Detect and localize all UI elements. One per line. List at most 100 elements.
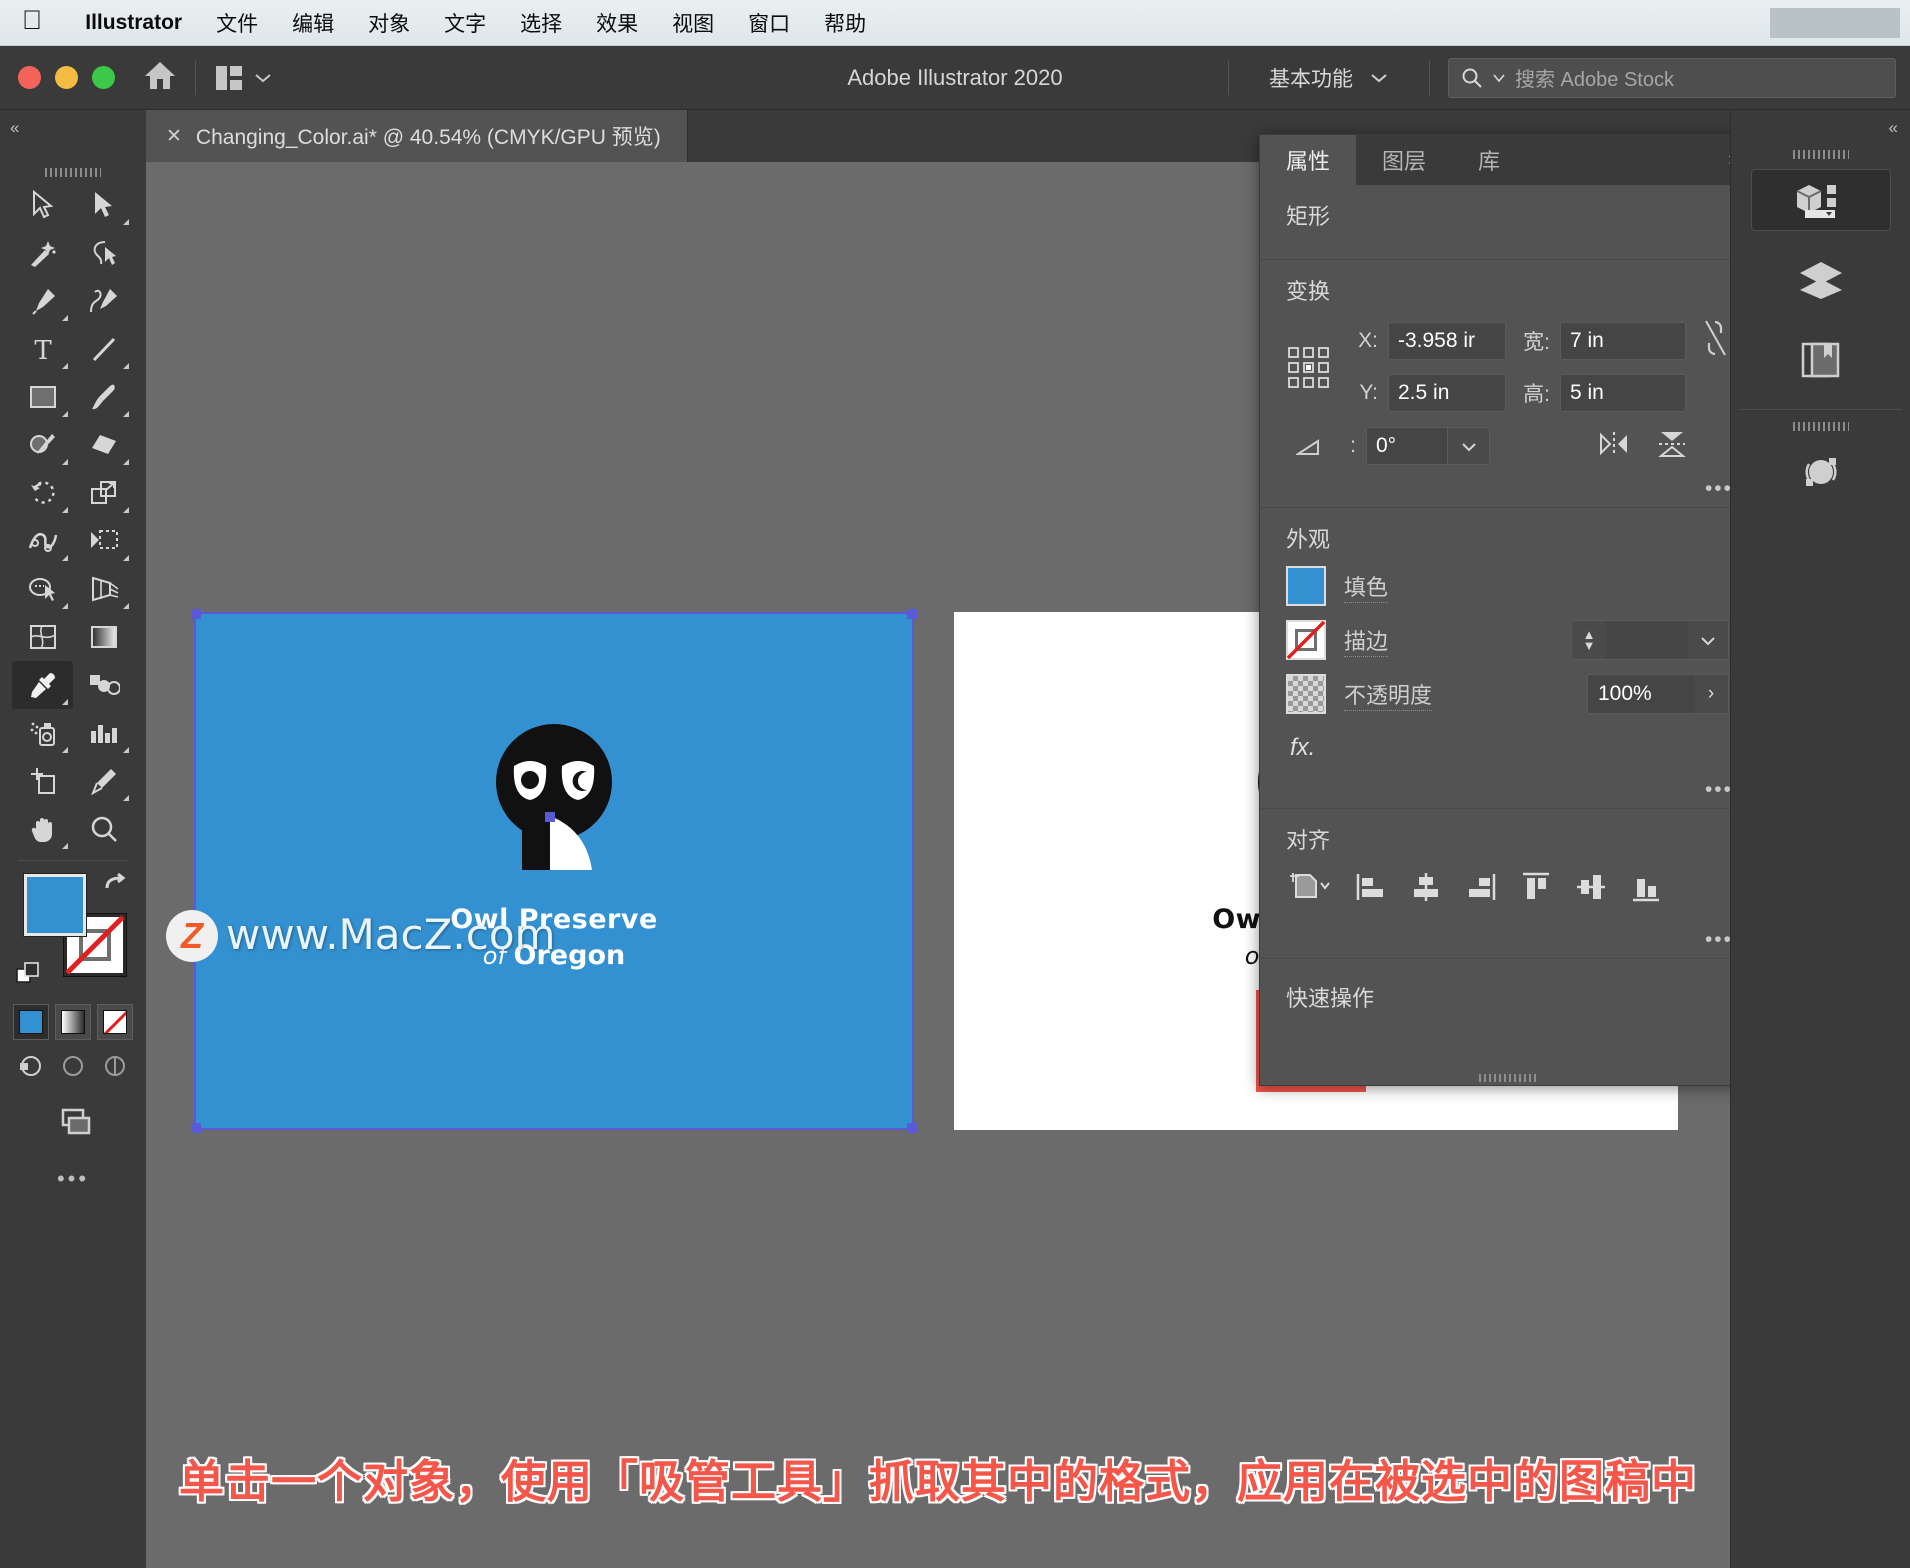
opacity-control[interactable]: 100% ›	[1587, 674, 1729, 714]
swap-fill-stroke-icon[interactable]	[102, 868, 128, 899]
tab-properties[interactable]: 属性	[1260, 135, 1357, 185]
zoom-tool[interactable]	[73, 805, 134, 853]
panel-resize-grip[interactable]	[1478, 1074, 1537, 1082]
align-horizontal-center-icon[interactable]	[1410, 871, 1442, 908]
more-options-icon[interactable]: •••	[1705, 477, 1733, 501]
dock-drag-grip-2[interactable]	[1792, 422, 1849, 431]
magic-wand-tool[interactable]	[12, 229, 73, 277]
align-vertical-center-icon[interactable]	[1575, 871, 1607, 908]
blend-tool[interactable]	[73, 661, 134, 709]
tab-libraries[interactable]: 库	[1452, 135, 1526, 185]
menu-item-edit[interactable]: 编辑	[275, 8, 351, 38]
collapse-dock-button[interactable]: «	[1731, 110, 1910, 138]
workspace-switcher[interactable]: 基本功能	[1247, 63, 1411, 93]
pen-tool[interactable]	[12, 277, 73, 325]
eyedropper-tool[interactable]	[12, 661, 73, 709]
shaper-tool[interactable]	[12, 421, 73, 469]
flip-vertical-icon[interactable]	[1655, 429, 1689, 464]
link-broken-icon[interactable]	[1702, 318, 1728, 363]
align-bottom-icon[interactable]	[1630, 871, 1662, 908]
align-to-artboard-icon[interactable]	[1288, 871, 1332, 908]
menu-item-help[interactable]: 帮助	[807, 8, 883, 38]
change-screen-mode-1[interactable]	[13, 1050, 49, 1082]
home-icon[interactable]	[143, 59, 177, 96]
chevron-down-icon[interactable]	[1448, 427, 1490, 465]
maximize-window-button[interactable]	[92, 66, 115, 89]
selection-tool[interactable]	[12, 181, 73, 229]
angle-input[interactable]: 0°	[1366, 427, 1448, 465]
stroke-weight-stepper[interactable]: ▲ ▼	[1572, 621, 1606, 659]
menu-item-effect[interactable]: 效果	[579, 8, 655, 38]
scale-tool[interactable]	[73, 469, 134, 517]
artboard-tool[interactable]	[12, 757, 73, 805]
gradient-mode-button[interactable]	[55, 1004, 91, 1040]
align-left-icon[interactable]	[1355, 871, 1387, 908]
color-mode-button[interactable]	[13, 1004, 49, 1040]
eraser-tool[interactable]	[73, 421, 134, 469]
stroke-color-swatch[interactable]	[1286, 620, 1326, 660]
fill-swatch[interactable]	[24, 874, 86, 936]
slice-tool[interactable]	[73, 757, 134, 805]
menu-item-window[interactable]: 窗口	[731, 8, 807, 38]
tab-layers[interactable]: 图层	[1356, 135, 1452, 185]
more-options-icon[interactable]: •••	[1705, 928, 1733, 952]
perspective-grid-tool[interactable]	[73, 565, 134, 613]
minimize-window-button[interactable]	[55, 66, 78, 89]
layers-panel-icon[interactable]	[1751, 249, 1891, 311]
search-input[interactable]: 搜索 Adobe Stock	[1448, 57, 1896, 98]
menu-item-object[interactable]: 对象	[351, 8, 427, 38]
line-segment-tool[interactable]	[73, 325, 134, 373]
cc-libraries-sync-icon[interactable]	[1751, 441, 1891, 503]
gradient-tool[interactable]	[73, 613, 134, 661]
curvature-tool[interactable]	[73, 277, 134, 325]
x-input[interactable]: -3.958 ir	[1388, 321, 1506, 360]
menu-item-view[interactable]: 视图	[655, 8, 731, 38]
chevron-down-icon[interactable]	[1688, 621, 1728, 659]
change-screen-mode-2[interactable]	[55, 1050, 91, 1082]
close-icon[interactable]: ✕	[166, 125, 182, 148]
arrange-documents-icon[interactable]	[214, 63, 272, 93]
align-top-icon[interactable]	[1520, 871, 1552, 908]
stroke-weight-input[interactable]	[1606, 621, 1688, 659]
opacity-checker-swatch[interactable]	[1286, 674, 1326, 714]
reference-point-grid-icon[interactable]	[1286, 345, 1332, 396]
type-tool[interactable]: T	[12, 325, 73, 373]
width-tool[interactable]	[12, 517, 73, 565]
shape-builder-tool[interactable]	[12, 565, 73, 613]
align-right-icon[interactable]	[1465, 871, 1497, 908]
arrange-stack-icon[interactable]	[12, 1104, 134, 1140]
close-window-button[interactable]	[18, 66, 41, 89]
chevron-right-icon[interactable]: ›	[1694, 675, 1728, 713]
lasso-tool[interactable]	[73, 229, 134, 277]
opacity-input[interactable]: 100%	[1588, 675, 1694, 713]
direct-selection-tool[interactable]	[73, 181, 134, 229]
flip-horizontal-icon[interactable]	[1597, 429, 1631, 464]
properties-panel-icon[interactable]	[1750, 169, 1891, 231]
default-fill-stroke-icon[interactable]	[16, 961, 42, 992]
hand-tool[interactable]	[12, 805, 73, 853]
mesh-tool[interactable]	[12, 613, 73, 661]
menu-item-illustrator[interactable]: Illustrator	[68, 11, 199, 35]
column-graph-tool[interactable]	[73, 709, 134, 757]
collapse-toolbar-button[interactable]: «	[0, 110, 146, 138]
fx-button[interactable]: fx.	[1286, 728, 1729, 764]
fill-color-swatch[interactable]	[1286, 566, 1326, 606]
menu-item-type[interactable]: 文字	[427, 8, 503, 38]
stroke-weight-control[interactable]: ▲ ▼	[1571, 620, 1729, 660]
angle-field[interactable]: 0°	[1366, 427, 1490, 465]
toolbar-drag-grip[interactable]	[45, 168, 101, 177]
height-input[interactable]: 5 in	[1560, 374, 1686, 412]
rectangle-tool[interactable]	[12, 373, 73, 421]
menu-item-file[interactable]: 文件	[199, 8, 275, 38]
apple-icon[interactable]: 	[22, 7, 42, 34]
more-options-icon[interactable]: •••	[1705, 778, 1733, 802]
symbol-sprayer-tool[interactable]	[12, 709, 73, 757]
libraries-panel-icon[interactable]	[1751, 329, 1891, 391]
y-input[interactable]: 2.5 in	[1388, 374, 1506, 412]
change-screen-mode-3[interactable]	[97, 1050, 133, 1082]
menu-item-select[interactable]: 选择	[503, 8, 579, 38]
edit-toolbar-dots-icon[interactable]: •••	[12, 1166, 134, 1192]
artwork-blue[interactable]: Owl Preserve of Oregon	[194, 612, 914, 1130]
rotate-tool[interactable]	[12, 469, 73, 517]
none-mode-button[interactable]	[97, 1004, 133, 1040]
